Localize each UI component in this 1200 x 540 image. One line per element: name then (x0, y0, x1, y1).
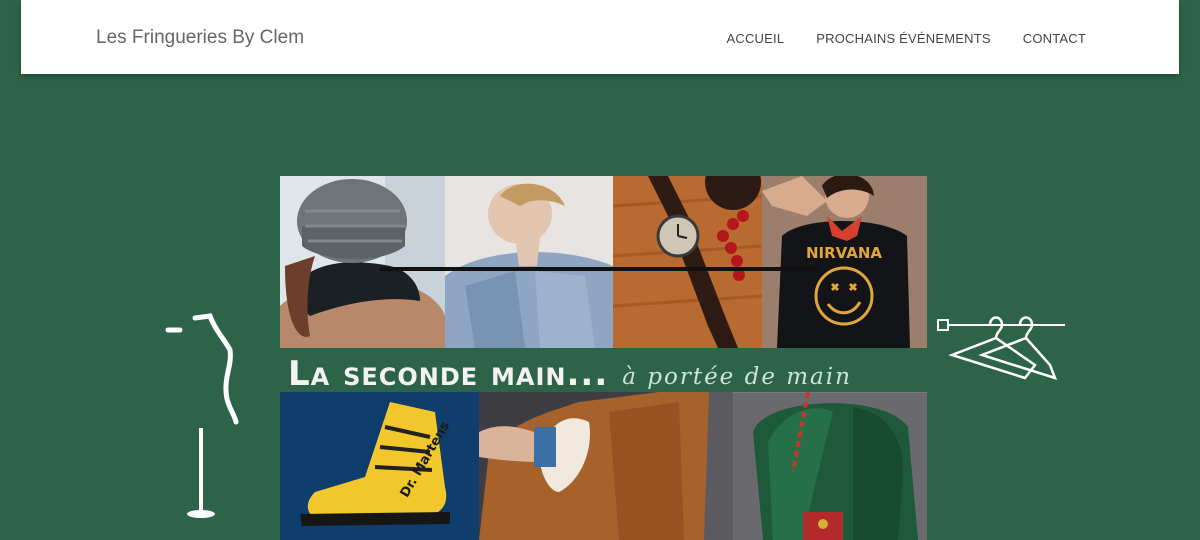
nav-item-evenements: PROCHAINS ÉVÉNEMENTS (816, 30, 990, 48)
navbar: Les Fringueries By Clem ACCUEIL PROCHAIN… (21, 0, 1179, 74)
nav-link-evenements[interactable]: PROCHAINS ÉVÉNEMENTS (816, 31, 990, 46)
photo-denim-jacket (445, 176, 613, 348)
hero-headline: La seconde main... à portée de main (288, 342, 852, 394)
photo-green-fur-coat (733, 392, 927, 540)
photo-knit-hat (280, 176, 445, 348)
nav-menu: ACCUEIL PROCHAINS ÉVÉNEMENTS CONTACT (727, 30, 1087, 48)
nav-link-accueil[interactable]: ACCUEIL (727, 31, 785, 46)
mannequin-icon (165, 313, 239, 518)
photo-yellow-boot: Dr. Martens (280, 392, 479, 540)
photo-watch (613, 176, 762, 348)
headline-main: La seconde main... (288, 354, 609, 394)
nirvana-text: NIRVANA (806, 244, 882, 262)
photo-suede-jacket (479, 392, 733, 540)
photo-nirvana-tshirt: NIRVANA (762, 176, 927, 348)
site-brand-link[interactable]: Les Fringueries By Clem (96, 27, 304, 49)
hangers-icon (937, 316, 1065, 380)
nav-link-contact[interactable]: CONTACT (1023, 31, 1086, 46)
headline-sub: à portée de main (622, 364, 852, 390)
decorative-line (380, 267, 820, 271)
nav-item-contact: CONTACT (1023, 30, 1086, 48)
nav-item-accueil: ACCUEIL (727, 30, 785, 48)
